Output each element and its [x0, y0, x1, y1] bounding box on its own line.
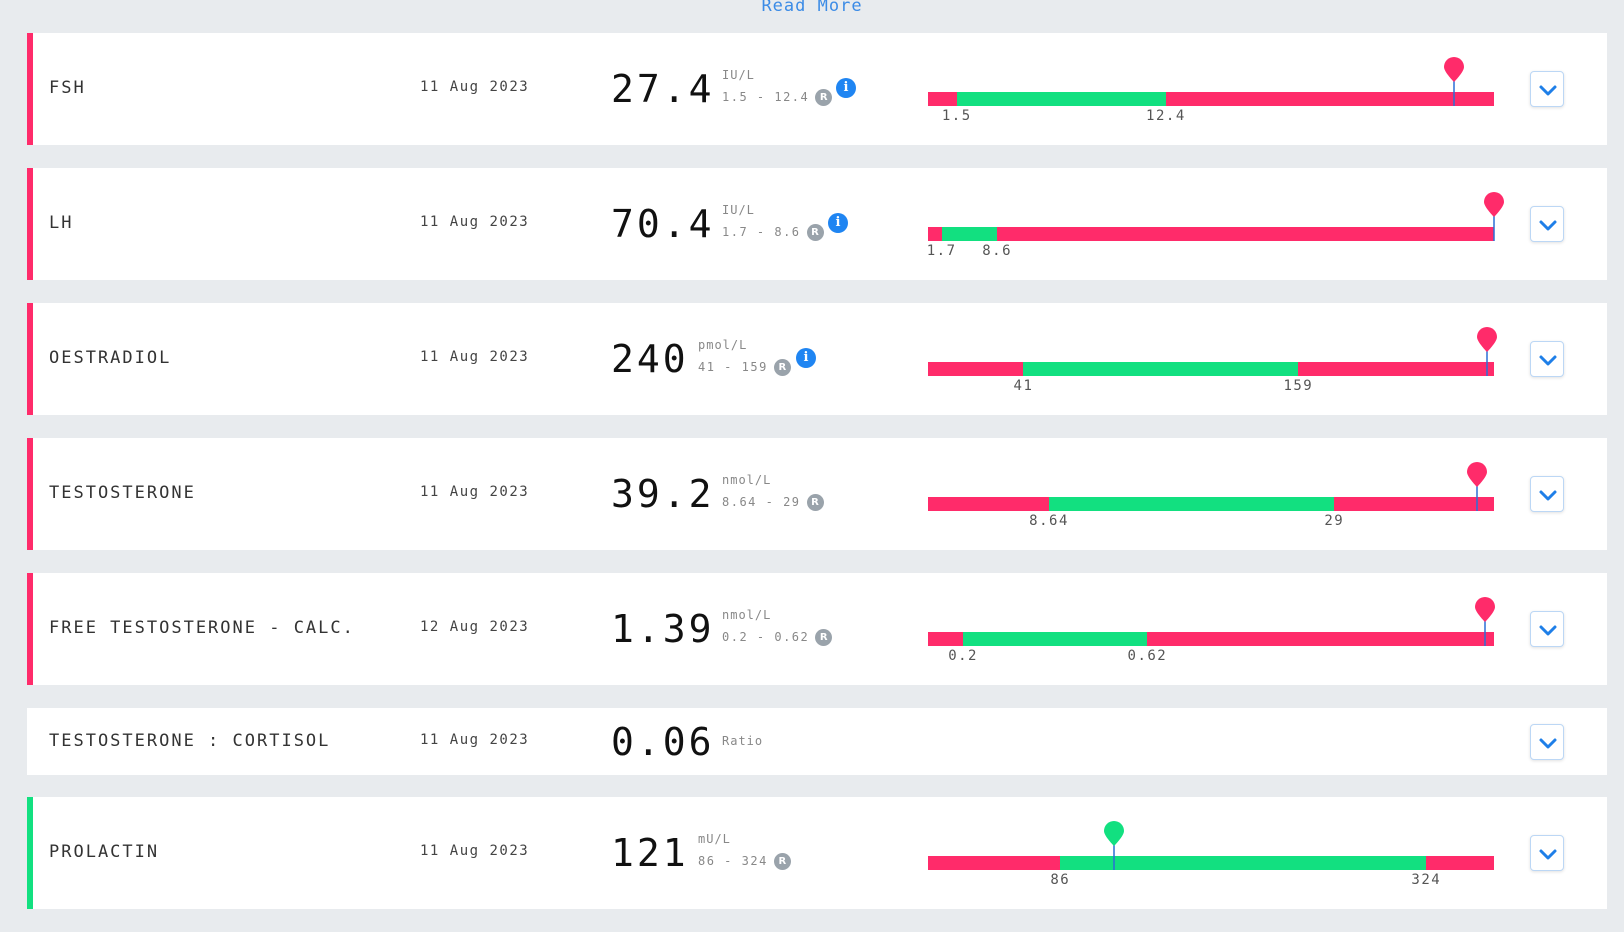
range-high-label: 0.62	[1127, 648, 1168, 664]
test-name: FSH	[49, 78, 86, 98]
reference-range-text: 8.64 - 29	[722, 495, 801, 509]
range-bar	[928, 497, 1494, 511]
normal-range-segment	[941, 227, 998, 241]
range-low-label: 8.64	[1029, 513, 1069, 529]
range-low-label: 1.7	[926, 243, 957, 259]
test-date: 12 Aug 2023	[420, 619, 530, 635]
test-date: 11 Aug 2023	[420, 79, 530, 95]
expand-button[interactable]	[1530, 476, 1564, 512]
reference-range-text: 41 - 159	[698, 360, 768, 374]
expand-button[interactable]	[1530, 206, 1564, 242]
test-name: TESTOSTERONE	[49, 483, 196, 503]
test-date: 11 Aug 2023	[420, 843, 530, 859]
expand-button[interactable]	[1530, 341, 1564, 377]
expand-button[interactable]	[1530, 835, 1564, 871]
result-marker-pin	[1482, 191, 1506, 241]
result-value: 70.4	[611, 202, 715, 246]
reference-badge[interactable]: R	[806, 494, 824, 511]
reference-badge[interactable]: R	[773, 853, 791, 870]
result-unit: nmol/L	[722, 473, 772, 487]
test-date: 11 Aug 2023	[420, 214, 530, 230]
result-value: 0.06	[611, 719, 715, 764]
result-unit: Ratio	[722, 733, 764, 748]
range-low-label: 86	[1050, 872, 1071, 888]
range-high-label: 159	[1283, 378, 1314, 394]
range-low-label: 1.5	[941, 108, 972, 124]
info-icon[interactable]: i	[836, 78, 856, 98]
result-card: TESTOSTERONE : CORTISOL 11 Aug 2023 0.06 Ra…	[27, 708, 1607, 775]
result-value: 27.4	[611, 67, 715, 111]
normal-range-segment	[956, 92, 1166, 106]
result-marker-pin	[1465, 461, 1489, 511]
test-name: FREE TESTOSTERONE - CALC.	[49, 618, 355, 638]
reference-range-text: 1.7 - 8.6	[722, 225, 801, 239]
normal-range-segment	[963, 632, 1148, 646]
reference-range: 0.2 - 0.62 R	[722, 629, 833, 646]
result-value: 121	[611, 831, 689, 875]
result-card: LH 11 Aug 2023 70.4 IU/L 1.7 - 8.6 Ri 1.7 8.6	[27, 168, 1607, 280]
result-unit: IU/L	[722, 203, 755, 217]
reference-range-text: 86 - 324	[698, 854, 768, 868]
result-card: FSH 11 Aug 2023 27.4 IU/L 1.5 - 12.4 Ri 1.5 12.…	[27, 33, 1607, 145]
result-value: 1.39	[611, 607, 715, 651]
result-card: TESTOSTERONE 11 Aug 2023 39.2 nmol/L 8.64 - …	[27, 438, 1607, 550]
reference-range: 1.5 - 12.4 R	[722, 89, 833, 106]
result-unit: mU/L	[698, 832, 731, 846]
range-bar	[928, 362, 1494, 376]
reference-badge[interactable]: R	[815, 89, 833, 106]
range-bar	[928, 856, 1494, 870]
result-unit: nmol/L	[722, 608, 772, 622]
expand-button[interactable]	[1530, 723, 1564, 760]
result-value: 240	[611, 337, 689, 381]
range-bar	[928, 92, 1494, 106]
range-high-label: 29	[1324, 513, 1345, 529]
range-bar	[928, 227, 1494, 241]
range-high-label: 8.6	[982, 243, 1013, 259]
test-name: PROLACTIN	[49, 842, 160, 862]
result-marker-pin	[1475, 326, 1499, 376]
reference-badge[interactable]: R	[815, 629, 833, 646]
range-low-label: 41	[1013, 378, 1034, 394]
test-name: LH	[49, 213, 74, 233]
result-card: PROLACTIN 11 Aug 2023 121 mU/L 86 - 324 R 86 32…	[27, 797, 1607, 909]
normal-range-segment	[1023, 362, 1299, 376]
result-marker-pin	[1473, 596, 1497, 646]
test-name: OESTRADIOL	[49, 348, 172, 368]
info-icon[interactable]: i	[828, 213, 848, 233]
test-date: 11 Aug 2023	[420, 484, 530, 500]
expand-button[interactable]	[1530, 611, 1564, 647]
result-card: OESTRADIOL 11 Aug 2023 240 pmol/L 41 - 159 Ri…	[27, 303, 1607, 415]
result-unit: pmol/L	[698, 338, 748, 352]
expand-button[interactable]	[1530, 71, 1564, 107]
reference-badge[interactable]: R	[806, 224, 824, 241]
reference-range: 41 - 159 R	[698, 359, 791, 376]
range-low-label: 0.2	[948, 648, 978, 664]
reference-range: 8.64 - 29 R	[722, 494, 824, 511]
range-high-label: 12.4	[1146, 108, 1186, 124]
result-unit: IU/L	[722, 68, 755, 82]
test-date: 11 Aug 2023	[420, 731, 530, 748]
range-high-label: 324	[1411, 872, 1442, 888]
normal-range-segment	[1049, 497, 1335, 511]
reference-range-text: 1.5 - 12.4	[722, 90, 810, 104]
result-marker-pin	[1442, 56, 1466, 106]
result-value: 39.2	[611, 472, 715, 516]
reference-range: 1.7 - 8.6 R	[722, 224, 824, 241]
test-name: TESTOSTERONE : CORTISOL	[49, 730, 331, 751]
read-more-link[interactable]: Read More	[0, 0, 1624, 18]
info-icon[interactable]: i	[796, 348, 816, 368]
result-card: FREE TESTOSTERONE - CALC. 12 Aug 2023 1.39…	[27, 573, 1607, 685]
result-marker-pin	[1102, 820, 1126, 870]
test-date: 11 Aug 2023	[420, 349, 530, 365]
range-bar	[928, 632, 1494, 646]
reference-range-text: 0.2 - 0.62	[722, 630, 810, 644]
reference-badge[interactable]: R	[773, 359, 791, 376]
reference-range: 86 - 324 R	[698, 853, 791, 870]
